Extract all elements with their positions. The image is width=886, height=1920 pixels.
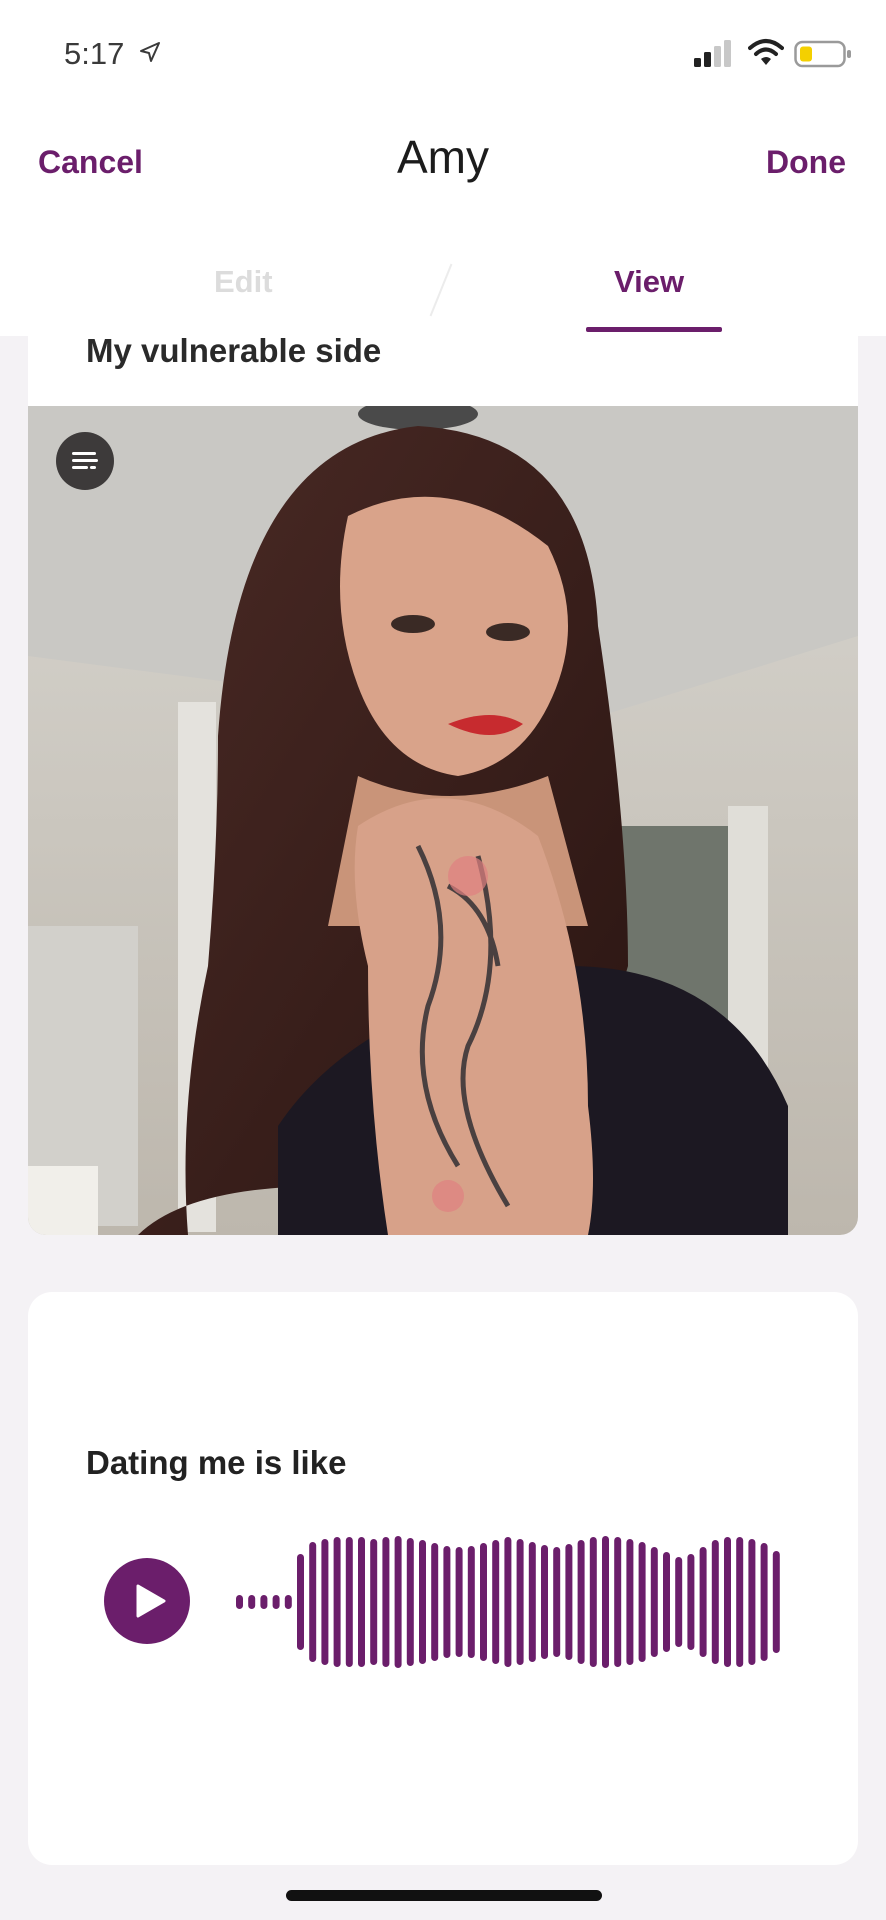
waveform-bar: [370, 1539, 378, 1665]
waveform-bar: [455, 1547, 463, 1657]
photo-prompt-text: My vulnerable side: [86, 332, 382, 369]
waveform-bar: [565, 1544, 573, 1660]
waveform-bar: [467, 1546, 475, 1658]
play-button[interactable]: [104, 1558, 190, 1644]
waveform-bar: [236, 1595, 243, 1609]
waveform-bar: [589, 1537, 597, 1667]
waveform-bar: [626, 1539, 634, 1665]
waveform-bar: [516, 1539, 524, 1665]
waveform-bar: [406, 1538, 414, 1666]
wifi-icon: [748, 38, 784, 68]
waveform-bar: [248, 1595, 256, 1609]
profile-photo[interactable]: [28, 406, 858, 1235]
waveform-bar: [614, 1537, 622, 1667]
tab-edit[interactable]: Edit: [214, 264, 273, 300]
waveform-bar: [260, 1595, 268, 1609]
waveform-bar: [345, 1537, 353, 1667]
audio-waveform[interactable]: [206, 1532, 806, 1672]
cellular-signal-icon: [692, 40, 736, 68]
waveform-bar: [553, 1547, 561, 1657]
play-icon: [136, 1584, 166, 1618]
waveform-bar: [321, 1539, 329, 1665]
waveform-bar: [675, 1557, 683, 1647]
waveform-bar: [724, 1537, 731, 1667]
waveform-bar: [541, 1545, 548, 1659]
location-arrow-icon: [138, 40, 162, 64]
waveform-bar: [504, 1537, 512, 1667]
waveform-bar: [711, 1540, 719, 1664]
status-bar: 5:17: [0, 0, 886, 104]
waveform-bar: [650, 1547, 658, 1657]
waveform-bar: [528, 1542, 536, 1662]
waveform-bar: [760, 1543, 768, 1661]
waveform-bar: [748, 1539, 756, 1665]
tab-divider: [429, 263, 453, 317]
photo-prompt-card: My vulnerable side: [28, 332, 858, 1235]
waveform-bar: [431, 1543, 439, 1661]
waveform-bar: [480, 1543, 487, 1661]
voice-prompt-text: Dating me is like: [86, 1444, 347, 1481]
waveform-bar: [736, 1537, 744, 1667]
waveform-bar: [577, 1540, 585, 1664]
waveform-bar: [309, 1542, 317, 1662]
waveform-bar: [382, 1537, 390, 1667]
waveform-bar: [284, 1595, 292, 1609]
page-title: Amy: [397, 131, 489, 183]
text-lines-icon[interactable]: [56, 432, 114, 490]
waveform-bar: [419, 1540, 426, 1664]
waveform-bar: [602, 1536, 609, 1668]
battery-low-icon: [794, 40, 852, 68]
status-time: 5:17: [64, 36, 125, 71]
waveform-bar: [443, 1546, 451, 1658]
waveform-bar: [772, 1551, 780, 1653]
waveform-bar: [699, 1547, 707, 1657]
waveform-bar: [663, 1552, 670, 1652]
done-button[interactable]: Done: [766, 144, 846, 181]
waveform-bar: [333, 1537, 341, 1667]
waveform-bar: [297, 1554, 304, 1650]
profile-editor-header: Cancel Amy Done Edit View: [0, 104, 886, 336]
waveform-bar: [638, 1542, 646, 1662]
waveform-bar: [358, 1537, 365, 1667]
home-indicator: [286, 1890, 602, 1901]
tab-view[interactable]: View: [614, 264, 684, 300]
waveform-bar: [492, 1540, 500, 1664]
waveform-bar: [272, 1595, 280, 1609]
waveform-bar: [394, 1536, 402, 1668]
voice-prompt-card: Dating me is like: [28, 1292, 858, 1865]
waveform-bar: [687, 1554, 695, 1650]
